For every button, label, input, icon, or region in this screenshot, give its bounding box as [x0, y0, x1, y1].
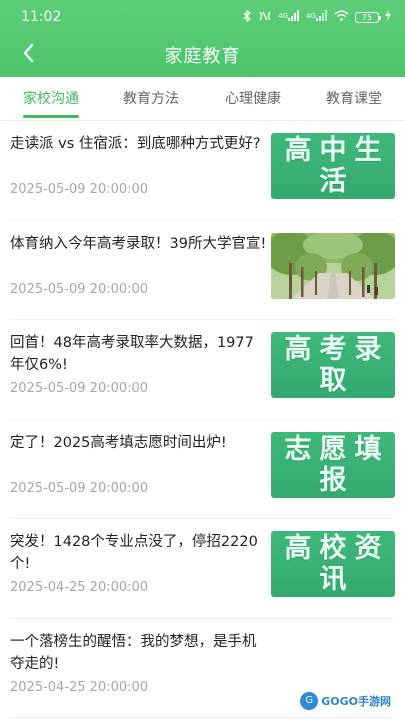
article-title: 走读派 vs 住宿派：到底哪种方式更好?: [10, 136, 261, 152]
article-title: 一个落榜生的醒悟：我的梦想，是手机夺走的!: [10, 633, 257, 672]
active-tab-indicator: [23, 115, 79, 118]
thumbnail-text: 志愿填报: [284, 433, 390, 496]
signal-4g-icon: 4G: [278, 10, 300, 25]
article-title: 定了！2025高考填志愿时间出炉!: [10, 434, 227, 451]
article-date: 2025-04-25 20:00:00: [10, 679, 149, 695]
article-date: 2025-05-09 20:00:00: [10, 381, 149, 396]
article-list: 走读派 vs 住宿派：到底哪种方式更好? 2025-05-09 20:00:00…: [0, 121, 405, 718]
article-title: 回首！48年高考录取率大数据，1977年仅6%!: [10, 335, 254, 373]
wifi-icon: [334, 10, 349, 25]
article-thumbnail: 高考录取: [271, 332, 395, 398]
network-1-label: 4G: [278, 12, 289, 20]
article-title: 突发！1428个专业点没了，停招2220个!: [10, 534, 258, 572]
watermark: G GOGO手游网: [300, 690, 391, 712]
battery-icon: 75: [355, 12, 381, 23]
list-item[interactable]: 回首！48年高考录取率大数据，1977年仅6%! 2025-05-09 20:0…: [10, 320, 395, 420]
network-2-label: 4G: [306, 12, 316, 20]
status-time: 11:02: [21, 9, 62, 25]
list-item[interactable]: 体育纳入今年高考录取！39所大学官宣! 2025-05-09 20:00:00: [10, 221, 395, 320]
list-item[interactable]: 突发！1428个专业点没了，停招2220个! 2025-04-25 20:00:…: [10, 519, 395, 619]
thumbnail-text: 高校资讯: [284, 533, 390, 595]
status-bar: 11:02 4G 4G 75: [0, 0, 405, 34]
article-thumbnail: 高中生活: [271, 133, 395, 199]
nfc-icon: [258, 10, 272, 26]
page-title: 家庭教育: [164, 46, 241, 67]
thumbnail-text: 高考录取: [284, 334, 390, 396]
article-thumbnail-photo: [271, 232, 395, 299]
thumbnail-text: 高中生活: [284, 135, 390, 197]
charging-icon: [385, 10, 391, 25]
bluetooth-icon: [243, 9, 252, 26]
status-icons: 4G 4G 75: [243, 9, 391, 26]
app-header: 11:02 4G 4G 75 家庭教育: [0, 0, 405, 77]
list-item[interactable]: 走读派 vs 住宿派：到底哪种方式更好? 2025-05-09 20:00:00…: [10, 121, 395, 221]
tab-education-methods[interactable]: 教育方法: [123, 88, 179, 108]
tree-road-photo: [271, 232, 395, 299]
article-date: 2025-05-09 20:00:00: [10, 182, 149, 197]
article-thumbnail: [271, 630, 395, 697]
article-thumbnail: 高校资讯: [271, 531, 395, 597]
tab-education-class[interactable]: 教育课堂: [326, 88, 382, 108]
article-date: 2025-05-09 20:00:00: [10, 281, 149, 297]
watermark-text: GOGO手游网: [321, 695, 391, 708]
list-item[interactable]: 定了！2025高考填志愿时间出炉! 2025-05-09 20:00:00 志愿…: [10, 420, 395, 519]
category-tabs: 家校沟通 教育方法 心理健康 教育课堂: [0, 77, 405, 121]
article-date: 2025-05-09 20:00:00: [10, 480, 149, 496]
signal-4g-2-icon: 4G: [306, 10, 328, 25]
article-thumbnail: 志愿填报: [271, 431, 395, 498]
gogo-logo-icon: G: [300, 692, 319, 710]
article-date: 2025-04-25 20:00:00: [10, 580, 149, 595]
article-title: 体育纳入今年高考录取！39所大学官宣!: [10, 235, 267, 252]
tab-home-school[interactable]: 家校沟通: [23, 88, 79, 108]
tab-mental-health[interactable]: 心理健康: [225, 88, 281, 108]
